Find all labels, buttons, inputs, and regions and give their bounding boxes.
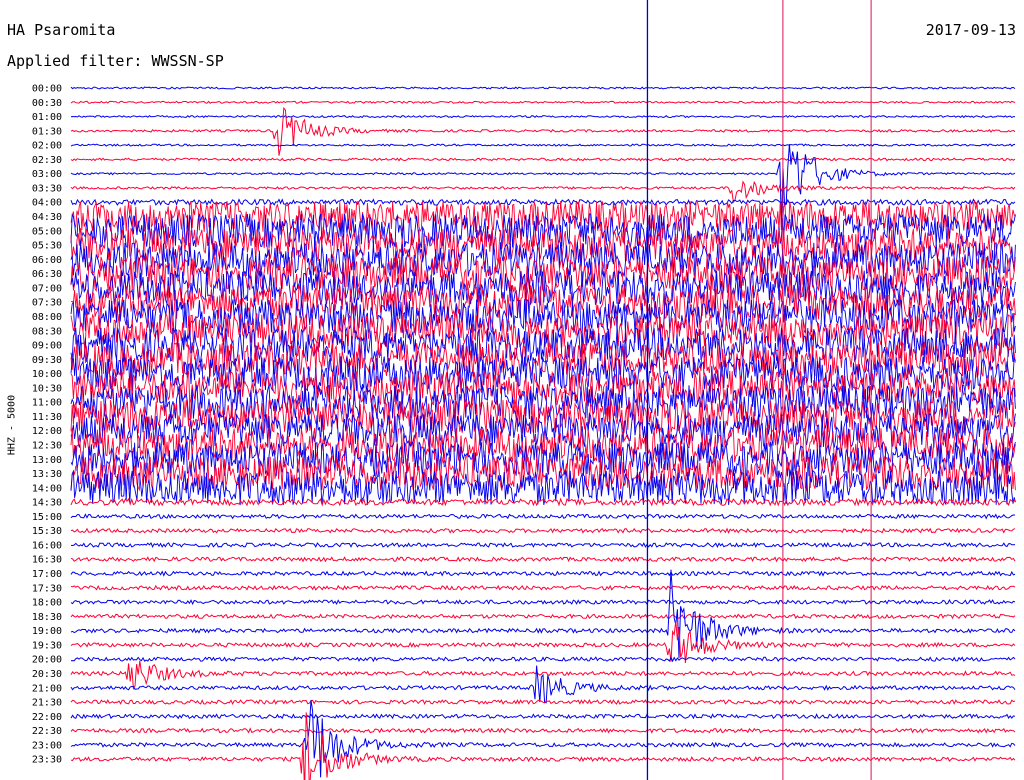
row-tick-label: 10:00 [32, 369, 62, 380]
trace-row-0030 [70, 100, 1016, 104]
row-tick-label: 13:00 [32, 455, 62, 466]
trace-row-1800 [70, 599, 1016, 606]
row-tick-label: 06:30 [32, 269, 62, 280]
row-tick-label: 19:00 [32, 626, 62, 637]
row-tick-label: 21:30 [32, 698, 62, 709]
seismic-traces [70, 86, 1016, 780]
row-tick-label: 07:00 [32, 283, 62, 294]
row-tick-label: 18:00 [32, 598, 62, 609]
row-tick-label: 18:30 [32, 612, 62, 623]
row-tick-label: 17:30 [32, 583, 62, 594]
row-tick-label: 10:30 [32, 383, 62, 394]
row-tick-label: 03:00 [32, 169, 62, 180]
trace-row-2100 [70, 665, 1016, 704]
row-tick-label: 21:00 [32, 683, 62, 694]
row-tick-label: 16:00 [32, 540, 62, 551]
row-tick-label: 00:00 [32, 84, 62, 95]
trace-row-2000 [70, 656, 1016, 663]
row-tick-label: 23:30 [32, 755, 62, 766]
row-tick-label: 08:30 [32, 326, 62, 337]
row-tick-label: 22:30 [32, 726, 62, 737]
row-tick-labels: 00:00 00:30 01:00 01:30 02:00 02:30 03:00 03:30… [32, 84, 62, 766]
helicorder-page: HA Psaromita Applied filter: WWSSN-SP 20… [0, 0, 1024, 780]
trace-row-1530 [70, 527, 1016, 534]
row-tick-label: 05:00 [32, 226, 62, 237]
row-tick-label: 07:30 [32, 298, 62, 309]
row-tick-label: 22:00 [32, 712, 62, 723]
trace-row-1430 [70, 497, 1016, 507]
trace-row-0430 [70, 199, 1016, 233]
row-tick-label: 15:30 [32, 526, 62, 537]
trace-row-1700 [70, 570, 1016, 577]
row-tick-label: 12:00 [32, 426, 62, 437]
row-tick-label: 19:30 [32, 640, 62, 651]
row-tick-label: 23:00 [32, 740, 62, 751]
trace-row-1500 [70, 513, 1015, 520]
row-tick-label: 20:30 [32, 669, 62, 680]
row-tick-label: 14:30 [32, 498, 62, 509]
trace-row-2300 [70, 699, 1016, 778]
trace-row-2130 [70, 698, 1016, 706]
row-tick-label: 00:30 [32, 98, 62, 109]
trace-row-1600 [70, 541, 1016, 548]
row-tick-label: 05:30 [32, 241, 62, 252]
trace-row-1830 [70, 613, 1016, 620]
trace-row-1630 [70, 556, 1016, 563]
row-tick-label: 04:00 [32, 198, 62, 209]
trace-row-0000 [70, 86, 1016, 90]
row-tick-label: 02:30 [32, 155, 62, 166]
row-tick-label: 09:00 [32, 341, 62, 352]
trace-row-2230 [70, 727, 1016, 734]
trace-row-1730 [70, 584, 1016, 591]
row-tick-label: 20:00 [32, 655, 62, 666]
trace-row-0230 [70, 157, 1016, 162]
row-tick-label: 11:30 [32, 412, 62, 423]
row-tick-label: 04:30 [32, 212, 62, 223]
helicorder-plot: 00:00 00:30 01:00 01:30 02:00 02:30 03:00 03:30… [32, 0, 1016, 780]
trace-row-0200 [70, 143, 1016, 147]
row-tick-label: 14:00 [32, 483, 62, 494]
row-tick-label: 08:00 [32, 312, 62, 323]
row-tick-label: 03:30 [32, 183, 62, 194]
row-tick-label: 17:00 [32, 569, 62, 580]
row-tick-label: 13:30 [32, 469, 62, 480]
row-tick-label: 09:30 [32, 355, 62, 366]
row-tick-label: 01:00 [32, 112, 62, 123]
row-tick-label: 15:00 [32, 512, 62, 523]
row-tick-label: 01:30 [32, 126, 62, 137]
row-tick-label: 06:00 [32, 255, 62, 266]
trace-row-0100 [70, 114, 1015, 119]
row-tick-label: 12:30 [32, 441, 62, 452]
trace-row-0330 [70, 180, 1016, 204]
trace-row-2200 [70, 713, 1016, 720]
row-tick-label: 02:00 [32, 141, 62, 152]
row-tick-label: 16:30 [32, 555, 62, 566]
row-tick-label: 11:00 [32, 398, 62, 409]
trace-row-1030 [70, 369, 1016, 407]
